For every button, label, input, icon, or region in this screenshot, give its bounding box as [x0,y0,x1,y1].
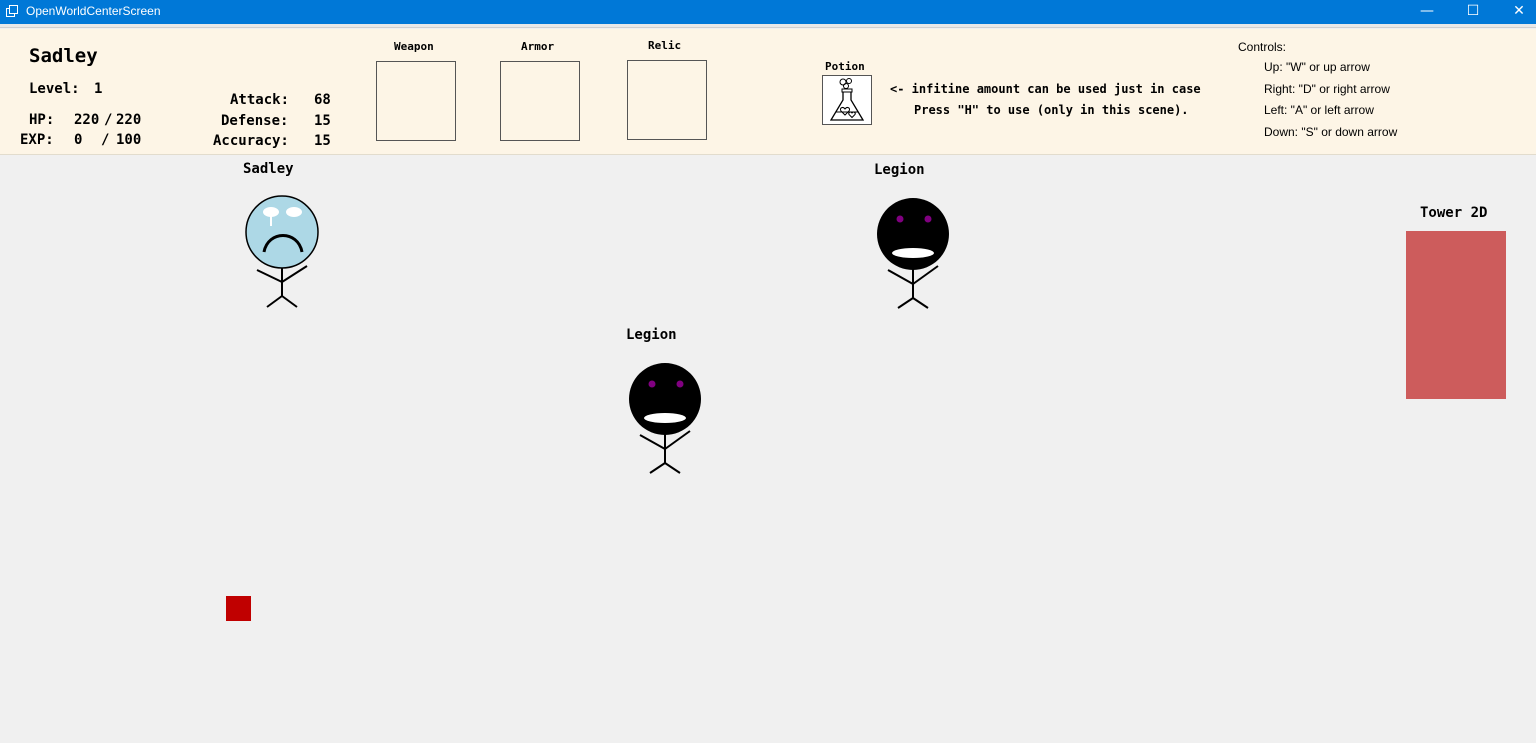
enemy-name-label: Legion [626,327,677,343]
potion-slot[interactable] [822,75,872,125]
tower-label: Tower 2D [1420,205,1488,221]
attack-label: Attack: [230,92,290,108]
player-name: Sadley [29,45,98,67]
level-value: 1 [94,81,103,97]
relic-slot[interactable] [627,60,707,140]
level-label: Level: [29,81,80,97]
enemy-legion-stickman[interactable] [624,359,706,475]
exp-current: 0 [74,132,83,148]
player-marker[interactable] [226,596,251,621]
accuracy-label: Accuracy: [213,133,289,149]
minimize-button[interactable]: — [1404,0,1450,24]
potion-note-line2: Press "H" to use (only in this scene). [914,103,1189,117]
hp-separator: / [104,112,113,128]
status-panel: Sadley Level: 1 HP: 220 / 220 EXP: 0 / 1… [0,29,1536,155]
exp-max: 100 [116,132,142,148]
hero-name-label: Sadley [243,161,294,177]
armor-slot[interactable] [500,61,580,141]
hp-current: 220 [74,112,100,128]
enemy-legion-stickman[interactable] [872,194,954,310]
app-window-icon [6,5,18,17]
accuracy-value: 15 [314,133,331,149]
attack-value: 68 [314,92,331,108]
exp-separator: / [101,132,110,148]
potion-note-line1: <- infitine amount can be used just in c… [890,82,1201,96]
enemy-name-label: Legion [874,162,925,178]
controls-down: Down: "S" or down arrow [1264,125,1398,139]
tower-portal[interactable] [1406,231,1506,399]
hp-max: 220 [116,112,142,128]
controls-right: Right: "D" or right arrow [1264,82,1390,96]
exp-label: EXP: [20,132,54,148]
title-bar-divider [0,24,1536,28]
title-bar: OpenWorldCenterScreen — ☐ ✕ [0,0,1536,24]
potion-label: Potion [825,60,865,73]
defense-value: 15 [314,113,331,129]
relic-label: Relic [648,39,682,52]
maximize-button[interactable]: ☐ [1450,0,1496,24]
close-button[interactable]: ✕ [1496,0,1536,24]
armor-label: Armor [521,40,555,53]
window-title: OpenWorldCenterScreen [26,4,161,18]
defense-label: Defense: [221,113,289,129]
controls-title: Controls: [1238,40,1287,54]
weapon-slot[interactable] [376,61,456,141]
weapon-label: Weapon [394,40,434,53]
potion-flask-icon [829,78,865,121]
controls-up: Up: "W" or up arrow [1264,60,1370,74]
controls-left: Left: "A" or left arrow [1264,103,1374,117]
hero-sad-stickman [245,195,319,308]
hp-label: HP: [29,112,55,128]
